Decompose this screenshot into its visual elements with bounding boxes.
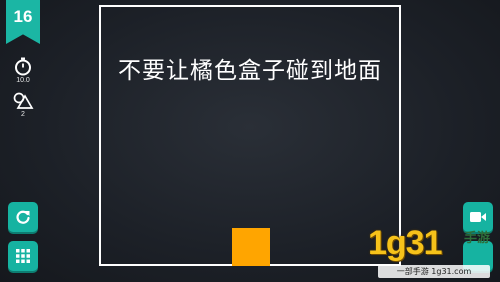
grid-menu-icon: [16, 249, 30, 263]
shapes-stat: 2: [10, 92, 36, 118]
shapes-count: 2: [21, 111, 25, 118]
instruction-text: 不要让橘色盒子碰到地面: [118, 58, 382, 84]
shapes-icon: [13, 92, 34, 109]
level-number: 16: [13, 7, 33, 26]
restart-button[interactable]: [8, 202, 38, 232]
stopwatch-icon: [15, 57, 31, 76]
orange-box[interactable]: [232, 228, 270, 266]
video-camera-icon: [470, 212, 486, 222]
restart-icon: [16, 210, 30, 224]
level-badge: 16: [6, 0, 40, 44]
game-arena[interactable]: 不要让橘色盒子碰到地面: [99, 5, 401, 266]
timer-stat: 10.0: [10, 56, 36, 84]
menu-button[interactable]: [8, 241, 38, 271]
watermark-subtitle: 一部手游 1g31.com: [378, 265, 490, 278]
site-watermark: 1g31 手游 一部手游 1g31.com: [368, 224, 496, 280]
watermark-logo: 1g31: [368, 224, 442, 262]
timer-value: 10.0: [16, 77, 30, 84]
watermark-brand: 手游: [464, 231, 491, 246]
